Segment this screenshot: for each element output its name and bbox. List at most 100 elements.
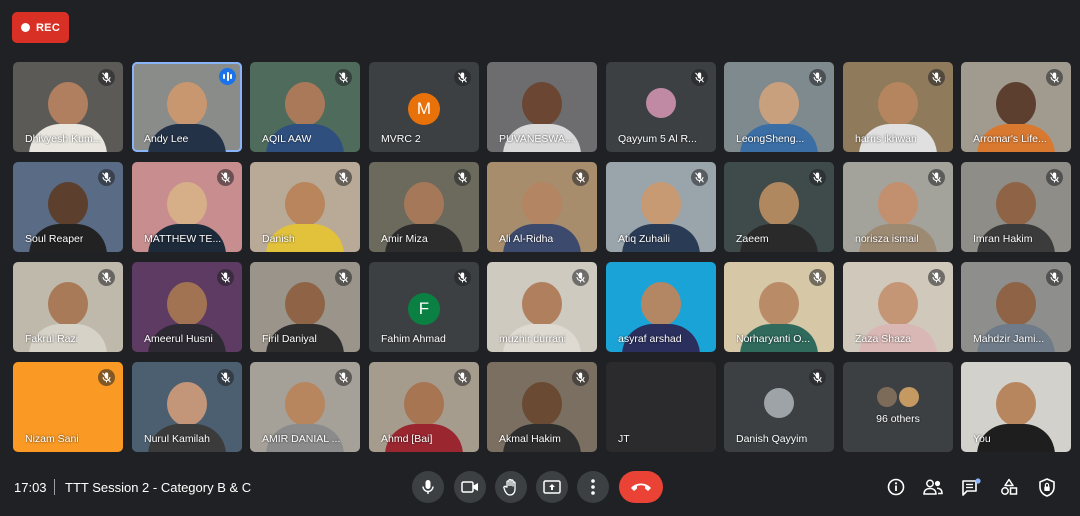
participant-tile[interactable]: You — [961, 362, 1071, 452]
participant-name: Ali Al-Ridha — [499, 233, 554, 245]
participant-tile[interactable]: Zaeem — [724, 162, 834, 252]
participant-name: Nizam Sani — [25, 433, 79, 445]
participant-tile[interactable]: harris ikhwan — [843, 62, 953, 152]
participant-tile[interactable]: Qayyum 5 Al R... — [606, 62, 716, 152]
camera-button[interactable] — [454, 471, 486, 503]
participant-tile[interactable]: 96 others — [843, 362, 953, 452]
mic-muted-icon — [98, 269, 115, 286]
mic-muted-icon — [691, 69, 708, 86]
participant-name: Imran Hakim — [973, 233, 1033, 245]
participant-tile[interactable]: Nurul Kamilah — [132, 362, 242, 452]
mic-muted-icon — [928, 169, 945, 186]
participant-name: You — [973, 433, 991, 445]
bottom-toolbar: 17:03 TTT Session 2 - Category B & C — [0, 466, 1080, 510]
participant-name: AQIL AAW — [262, 133, 312, 145]
recording-label: REC — [35, 21, 61, 34]
participant-name: MATTHEW TE... — [144, 233, 222, 245]
participant-tile[interactable]: Andy Lee — [132, 62, 242, 152]
participant-tile[interactable]: Imran Hakim — [961, 162, 1071, 252]
participant-name: asyraf arshad — [618, 333, 682, 345]
participant-name: JT — [618, 433, 630, 445]
participant-tile[interactable]: Akmal Hakim — [487, 362, 597, 452]
participant-tile[interactable]: F Fahim Ahmad — [369, 262, 479, 352]
mic-muted-icon — [98, 69, 115, 86]
mic-muted-icon — [454, 169, 471, 186]
mic-muted-icon — [454, 369, 471, 386]
recording-badge[interactable]: REC — [12, 12, 69, 43]
participant-tile[interactable]: LeongSheng... — [724, 62, 834, 152]
participant-name: Danish Qayyim — [736, 433, 808, 445]
participant-tile[interactable]: AMIR DANIAL ... — [250, 362, 360, 452]
others-avatar — [877, 387, 897, 407]
participant-tile[interactable]: Mahdzir Jami... — [961, 262, 1071, 352]
microphone-icon — [422, 480, 434, 494]
mic-muted-icon — [335, 169, 352, 186]
mic-muted-icon — [1046, 269, 1063, 286]
participant-tile[interactable]: MATTHEW TE... — [132, 162, 242, 252]
participant-tile[interactable]: Firil Daniyal — [250, 262, 360, 352]
participant-name: Zaeem — [736, 233, 769, 245]
mic-muted-icon — [335, 369, 352, 386]
host-controls-button[interactable] — [1036, 476, 1058, 498]
participant-name: Soul Reaper — [25, 233, 84, 245]
participant-tile[interactable]: Fakrul Razi — [13, 262, 123, 352]
participant-name: 96 others — [876, 413, 920, 425]
participant-tile[interactable]: AQIL AAW — [250, 62, 360, 152]
participant-tile[interactable]: Nizam Sani — [13, 362, 123, 452]
participant-tile[interactable]: Arromar's Life... — [961, 62, 1071, 152]
participant-tile[interactable]: Danish Qayyim — [724, 362, 834, 452]
participant-name: MVRC 2 — [381, 133, 421, 145]
participant-name: Ameerul Husni — [144, 333, 213, 345]
mic-muted-icon — [809, 69, 826, 86]
mic-button[interactable] — [412, 471, 444, 503]
participant-tile[interactable]: Zaza Shaza — [843, 262, 953, 352]
raise-hand-button[interactable] — [495, 471, 527, 503]
mic-muted-icon — [691, 169, 708, 186]
people-button[interactable] — [922, 476, 944, 498]
mic-muted-icon — [98, 369, 115, 386]
mic-muted-icon — [454, 269, 471, 286]
participant-tile[interactable]: asyraf arshad — [606, 262, 716, 352]
participant-profile-avatar — [646, 88, 676, 118]
participant-name: Mahdzir Jami... — [973, 333, 1045, 345]
participant-tile[interactable]: Atiq Zuhaili — [606, 162, 716, 252]
participant-name: norisza ismail — [855, 233, 919, 245]
mic-muted-icon — [928, 69, 945, 86]
participant-name: Fakrul Razi — [25, 333, 79, 345]
meeting-details-button[interactable] — [885, 476, 907, 498]
participant-name: Arromar's Life... — [973, 133, 1047, 145]
participant-name: Akmal Hakim — [499, 433, 561, 445]
mic-muted-icon — [572, 369, 589, 386]
participant-tile[interactable]: M MVRC 2 — [369, 62, 479, 152]
participant-name: muzhir durrani — [499, 333, 567, 345]
participant-tile[interactable]: JT — [606, 362, 716, 452]
participant-tile[interactable]: Ameerul Husni — [132, 262, 242, 352]
meeting-clock: 17:03 — [14, 480, 47, 495]
mic-muted-icon — [98, 169, 115, 186]
participant-tile[interactable]: Ahmd [Bai] — [369, 362, 479, 452]
participant-tile[interactable]: PUVANESWA... — [487, 62, 597, 152]
more-options-button[interactable] — [577, 471, 609, 503]
participant-name: Firil Daniyal — [262, 333, 317, 345]
participant-tile[interactable]: Amir Miza — [369, 162, 479, 252]
participant-tile[interactable]: Dhivyesh Kum... — [13, 62, 123, 152]
mic-muted-icon — [928, 269, 945, 286]
mic-muted-icon — [217, 269, 234, 286]
toolbar-divider — [54, 479, 55, 495]
participant-tile[interactable]: Soul Reaper — [13, 162, 123, 252]
participant-tile[interactable]: Danish — [250, 162, 360, 252]
participant-name: Ahmd [Bai] — [381, 433, 433, 445]
activities-button[interactable] — [998, 476, 1020, 498]
present-button[interactable] — [536, 471, 568, 503]
participant-name: Nurul Kamilah — [144, 433, 210, 445]
participant-tile[interactable]: muzhir durrani — [487, 262, 597, 352]
chat-button[interactable] — [960, 476, 982, 498]
participant-name: Norharyanti O... — [736, 333, 811, 345]
participant-profile-avatar — [764, 388, 794, 418]
mic-muted-icon — [1046, 69, 1063, 86]
participant-initial-avatar: F — [408, 293, 440, 325]
leave-call-button[interactable] — [619, 471, 663, 503]
participant-tile[interactable]: Ali Al-Ridha — [487, 162, 597, 252]
participant-tile[interactable]: norisza ismail — [843, 162, 953, 252]
participant-tile[interactable]: Norharyanti O... — [724, 262, 834, 352]
